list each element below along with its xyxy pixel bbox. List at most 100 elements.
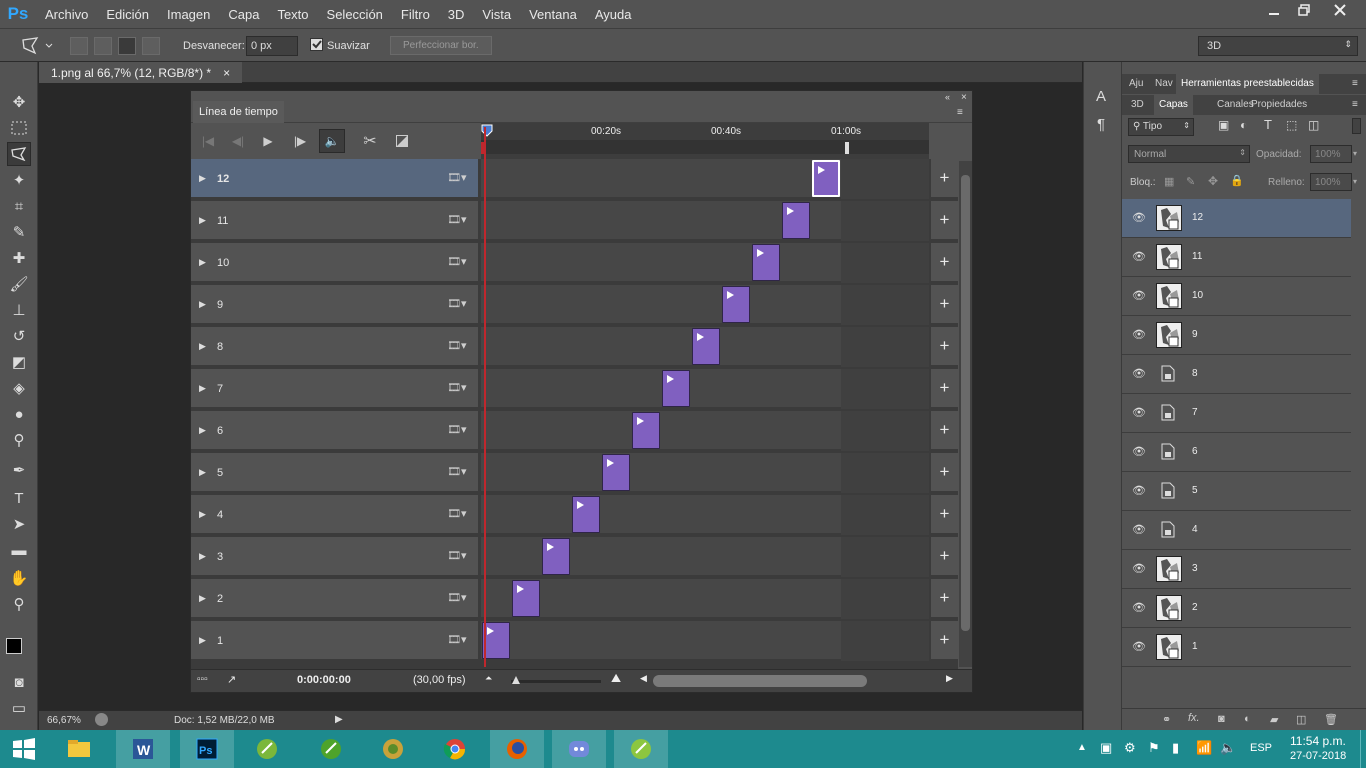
track-header[interactable]: ▶ 11 🎞▾ (191, 201, 478, 241)
film-strip-icon[interactable]: 🎞▾ (447, 171, 467, 184)
film-strip-icon[interactable]: 🎞▾ (447, 633, 467, 646)
add-media-button[interactable]: + (931, 159, 958, 199)
link-layers-icon[interactable]: ⚭ (1162, 713, 1171, 726)
lock-transparent-icon[interactable]: ▦ (1164, 175, 1174, 188)
timeline-tab[interactable]: Línea de tiempo (193, 101, 284, 123)
track-lane[interactable] (481, 621, 929, 661)
film-strip-icon[interactable]: 🎞▾ (447, 549, 467, 562)
new-selection-button[interactable] (70, 37, 88, 55)
intersect-selection-button[interactable] (142, 37, 160, 55)
clone-stamp-tool[interactable]: ⊥ (7, 298, 31, 322)
timeline-zoom-slider[interactable] (511, 676, 601, 684)
menu-capa[interactable]: Capa (219, 7, 268, 22)
menu-archivo[interactable]: Archivo (36, 7, 97, 22)
zoom-level[interactable]: 66,67% (47, 715, 81, 726)
visibility-eye-icon[interactable]: 👁 (1132, 211, 1146, 224)
layer-thumbnail[interactable] (1156, 205, 1182, 231)
track-lane[interactable] (481, 201, 929, 241)
track-lane[interactable] (481, 579, 929, 619)
adjustment-layer-icon[interactable]: ◐ (1244, 713, 1251, 725)
smart-object-icon[interactable] (1156, 517, 1182, 543)
taskbar-app-green-3[interactable] (614, 730, 668, 768)
share-icon[interactable] (95, 713, 108, 726)
tray-app-icon[interactable]: ▣ (1100, 740, 1112, 756)
history-brush-tool[interactable]: ↺ (7, 324, 31, 348)
tab-3d[interactable]: 3D (1126, 95, 1149, 115)
prev-frame-button[interactable]: ◀| (225, 129, 251, 153)
timeline-horizontal-scroll-thumb[interactable] (653, 675, 867, 687)
transition-button[interactable] (389, 129, 415, 153)
work-area-end-handle[interactable] (845, 142, 849, 154)
layer-row[interactable]: 👁 7 (1122, 394, 1351, 433)
smart-object-icon[interactable] (1156, 439, 1182, 465)
film-strip-icon[interactable]: 🎞▾ (447, 255, 467, 268)
layer-thumbnail[interactable] (1156, 322, 1182, 348)
video-clip[interactable] (512, 580, 540, 617)
video-clip[interactable] (542, 538, 570, 575)
film-strip-icon[interactable]: 🎞▾ (447, 465, 467, 478)
track-lane[interactable] (481, 537, 929, 577)
paragraph-panel-icon[interactable]: ¶ (1097, 116, 1105, 133)
track-lane[interactable] (481, 243, 929, 283)
zoom-in-icon[interactable]: ⛰ (611, 671, 621, 686)
lock-position-icon[interactable]: ✥ (1208, 174, 1218, 188)
video-clip[interactable] (572, 496, 600, 533)
collapse-icon[interactable]: « (945, 92, 950, 102)
close-tab-icon[interactable]: × (223, 66, 230, 80)
refine-edge-button[interactable]: Perfeccionar bor. (390, 36, 492, 55)
dodge-tool[interactable]: ⚲ (7, 428, 31, 452)
menu-ventana[interactable]: Ventana (520, 7, 586, 22)
expand-track-icon[interactable]: ▶ (199, 341, 206, 352)
current-time-indicator[interactable] (481, 124, 493, 138)
action-center-flag-icon[interactable]: ⚑ (1148, 740, 1160, 756)
blend-mode-select[interactable]: Normal ⇕ (1128, 145, 1250, 163)
add-media-button[interactable]: + (931, 369, 958, 409)
menu-imagen[interactable]: Imagen (158, 7, 219, 22)
track-header[interactable]: ▶ 4 🎞▾ (191, 495, 478, 535)
menu-texto[interactable]: Texto (268, 7, 317, 22)
video-clip[interactable] (722, 286, 750, 323)
volume-icon[interactable]: 🔈 (1220, 740, 1236, 756)
visibility-eye-icon[interactable]: 👁 (1132, 484, 1146, 497)
input-language[interactable]: ESP (1250, 742, 1272, 754)
zoom-slider-thumb[interactable] (511, 675, 521, 685)
restore-button[interactable] (1286, 0, 1322, 20)
status-menu-arrow-icon[interactable]: ▶ (335, 714, 343, 725)
subtract-selection-button[interactable] (118, 37, 136, 55)
lock-pixels-icon[interactable]: ✎ (1186, 175, 1195, 188)
layers-menu-icon[interactable]: ≡ (1352, 99, 1358, 110)
battery-icon[interactable]: ▮ (1172, 740, 1179, 756)
tab-ajustes[interactable]: Aju (1124, 74, 1148, 94)
expand-track-icon[interactable]: ▶ (199, 425, 206, 436)
add-media-button[interactable]: + (931, 537, 958, 577)
character-panel-icon[interactable]: A (1096, 88, 1106, 105)
layer-row[interactable]: 👁 9 (1122, 316, 1351, 355)
video-clip[interactable] (602, 454, 630, 491)
add-media-button[interactable]: + (931, 453, 958, 493)
visibility-eye-icon[interactable]: 👁 (1132, 328, 1146, 341)
track-header[interactable]: ▶ 10 🎞▾ (191, 243, 478, 283)
first-frame-button[interactable]: |◀ (195, 129, 221, 153)
expand-track-icon[interactable]: ▶ (199, 257, 206, 268)
type-tool[interactable]: T (7, 486, 31, 510)
rectangle-tool[interactable]: ▬ (7, 538, 31, 562)
filter-adjustment-icon[interactable]: ◐ (1240, 118, 1247, 132)
visibility-eye-icon[interactable]: 👁 (1132, 406, 1146, 419)
expand-track-icon[interactable]: ▶ (199, 299, 206, 310)
layer-thumbnail[interactable] (1156, 634, 1182, 660)
expand-track-icon[interactable]: ▶ (199, 635, 206, 646)
film-strip-icon[interactable]: 🎞▾ (447, 591, 467, 604)
layer-row[interactable]: 👁 11 (1122, 238, 1351, 277)
menu-filtro[interactable]: Filtro (392, 7, 439, 22)
video-clip[interactable] (482, 622, 510, 659)
add-selection-button[interactable] (94, 37, 112, 55)
taskbar-photoshop[interactable]: Ps (180, 730, 234, 768)
layer-row[interactable]: 👁 2 (1122, 589, 1351, 628)
add-media-button[interactable]: + (931, 327, 958, 367)
visibility-eye-icon[interactable]: 👁 (1132, 523, 1146, 536)
add-media-button[interactable]: + (931, 201, 958, 241)
scroll-left-icon[interactable]: ◀ (640, 673, 647, 684)
track-header[interactable]: ▶ 9 🎞▾ (191, 285, 478, 325)
add-media-button[interactable]: + (931, 621, 958, 661)
video-clip[interactable] (782, 202, 810, 239)
